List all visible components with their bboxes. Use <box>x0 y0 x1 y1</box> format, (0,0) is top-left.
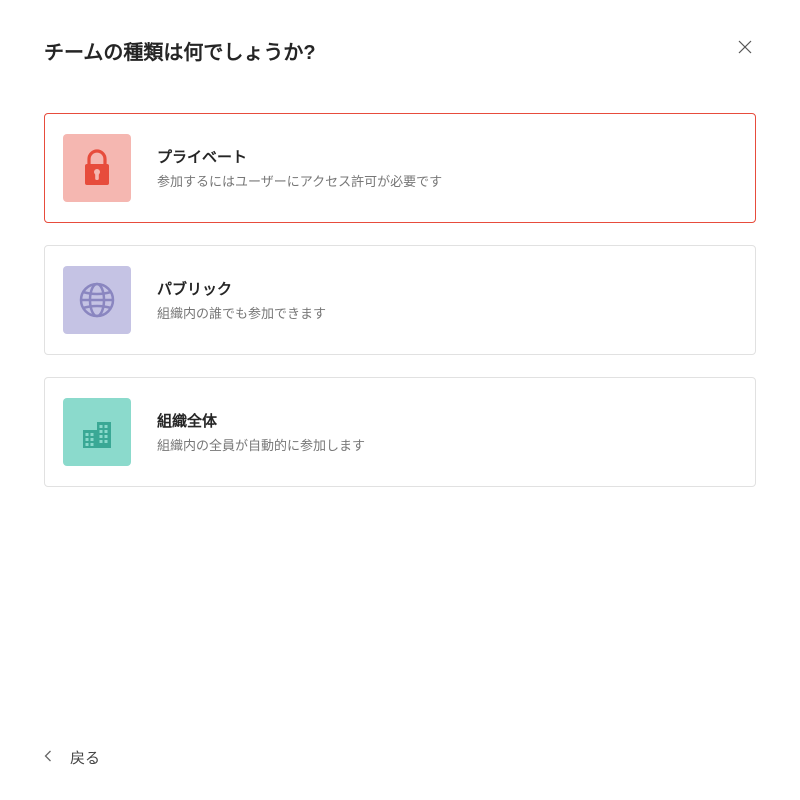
team-type-options: プライベート 参加するにはユーザーにアクセス許可が必要です パブリック 組織内の… <box>44 113 756 487</box>
close-icon <box>738 41 752 58</box>
chevron-left-icon <box>44 750 52 765</box>
option-org-title: 組織全体 <box>157 410 365 431</box>
dialog-footer: 戻る <box>44 747 100 768</box>
lock-icon <box>63 134 131 202</box>
dialog-title: チームの種類は何でしょうか? <box>44 36 316 65</box>
option-private[interactable]: プライベート 参加するにはユーザーにアクセス許可が必要です <box>44 113 756 223</box>
team-type-dialog: チームの種類は何でしょうか? プライベート 参加 <box>0 0 800 800</box>
option-private-text: プライベート 参加するにはユーザーにアクセス許可が必要です <box>157 146 442 190</box>
building-icon <box>63 398 131 466</box>
back-button[interactable]: 戻る <box>44 747 100 768</box>
option-org-desc: 組織内の全員が自動的に参加します <box>157 435 365 454</box>
option-public-text: パブリック 組織内の誰でも参加できます <box>157 278 326 322</box>
option-public[interactable]: パブリック 組織内の誰でも参加できます <box>44 245 756 355</box>
option-public-title: パブリック <box>157 278 326 299</box>
option-org-text: 組織全体 組織内の全員が自動的に参加します <box>157 410 365 454</box>
option-public-desc: 組織内の誰でも参加できます <box>157 303 326 322</box>
back-button-label: 戻る <box>70 747 100 768</box>
globe-icon <box>63 266 131 334</box>
option-private-desc: 参加するにはユーザーにアクセス許可が必要です <box>157 171 442 190</box>
option-private-title: プライベート <box>157 146 442 167</box>
dialog-header: チームの種類は何でしょうか? <box>44 36 756 65</box>
option-org-wide[interactable]: 組織全体 組織内の全員が自動的に参加します <box>44 377 756 487</box>
close-button[interactable] <box>734 36 756 62</box>
